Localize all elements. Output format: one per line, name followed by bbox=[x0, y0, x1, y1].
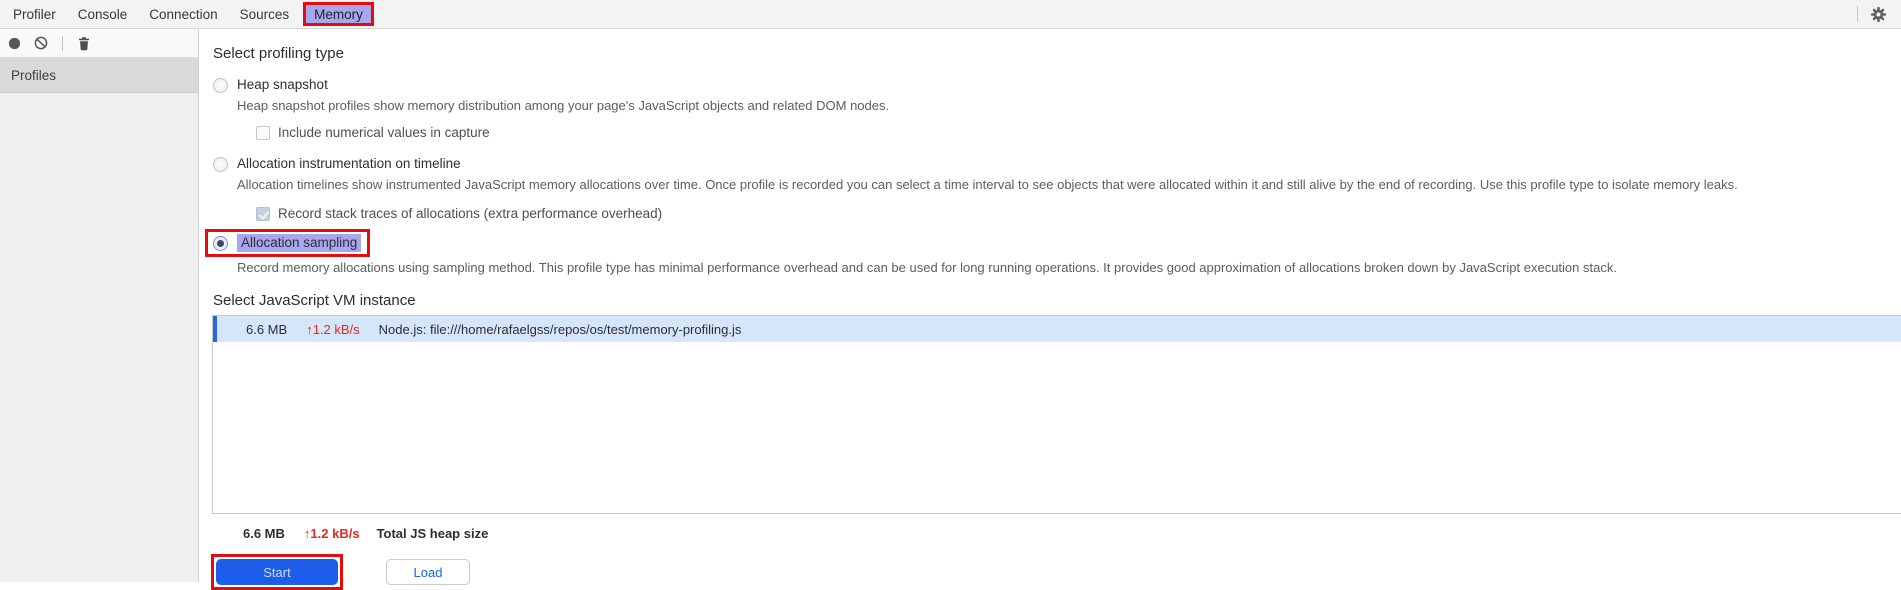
vm-heap-size: 6.6 MB bbox=[246, 321, 288, 337]
allocation-timeline-label: Allocation instrumentation on timeline bbox=[237, 156, 461, 171]
allocation-sampling-radio[interactable] bbox=[213, 235, 228, 251]
total-heap-size-value: 6.6 MB bbox=[243, 526, 285, 541]
tabbar-right-controls bbox=[1857, 6, 1887, 23]
include-numerical-values-label: Include numerical values in capture bbox=[278, 125, 490, 140]
record-stack-traces-label: Record stack traces of allocations (extr… bbox=[278, 206, 663, 221]
allocation-timeline-radio[interactable] bbox=[213, 156, 228, 172]
tabbar-divider bbox=[1857, 6, 1858, 22]
allocation-sampling-description: Record memory allocations using sampling… bbox=[237, 260, 1617, 275]
tab-console[interactable]: Console bbox=[67, 0, 139, 28]
tab-connection[interactable]: Connection bbox=[138, 0, 228, 28]
allocation-timeline-description: Allocation timelines show instrumented J… bbox=[237, 177, 1738, 192]
total-heap-size-row: 6.6 MB ↑1.2 kB/s Total JS heap size bbox=[243, 526, 1901, 541]
checkbox-row-numerical-values[interactable]: Include numerical values in capture bbox=[256, 125, 1901, 140]
radio-option-allocation-timeline[interactable]: Allocation instrumentation on timeline bbox=[213, 156, 1901, 172]
trash-icon[interactable] bbox=[77, 36, 91, 51]
sidebar-empty-area bbox=[0, 93, 198, 582]
left-sidebar: Profiles bbox=[0, 29, 199, 582]
profiling-type-title: Select profiling type bbox=[213, 45, 344, 62]
tab-memory[interactable]: Memory bbox=[303, 2, 374, 26]
load-button[interactable]: Load bbox=[386, 559, 470, 585]
vm-instance-title: Select JavaScript VM instance bbox=[213, 292, 416, 309]
vm-allocation-rate: ↑1.2 kB/s bbox=[306, 321, 360, 337]
annotation-box-allocation-sampling: Allocation sampling bbox=[205, 229, 371, 257]
vm-instance-row[interactable]: 6.6 MB ↑1.2 kB/s Node.js: file:///home/r… bbox=[213, 316, 1901, 342]
heap-snapshot-label: Heap snapshot bbox=[237, 77, 328, 92]
gear-icon[interactable] bbox=[1870, 6, 1887, 23]
annotation-box-start-button: Start bbox=[211, 554, 343, 590]
allocation-sampling-label[interactable]: Allocation sampling bbox=[237, 234, 362, 252]
tab-profiler[interactable]: Profiler bbox=[2, 0, 67, 28]
record-stack-traces-checkbox[interactable] bbox=[256, 206, 270, 221]
vm-instance-list: 6.6 MB ↑1.2 kB/s Node.js: file:///home/r… bbox=[212, 315, 1901, 514]
sidebar-item-profiles[interactable]: Profiles bbox=[0, 58, 198, 93]
total-allocation-rate: ↑1.2 kB/s bbox=[303, 526, 360, 541]
heap-snapshot-radio[interactable] bbox=[213, 77, 228, 93]
profiler-toolbar bbox=[0, 29, 198, 58]
devtools-window: Profiler Console Connection Sources Memo… bbox=[0, 0, 1901, 590]
memory-panel-content: Select profiling type Heap snapshot Heap… bbox=[199, 29, 1901, 590]
start-button[interactable]: Start bbox=[216, 559, 338, 585]
clear-icon[interactable] bbox=[34, 36, 48, 50]
record-icon[interactable] bbox=[8, 37, 21, 50]
action-buttons-row: Start Load bbox=[211, 554, 1901, 590]
radio-option-heap-snapshot[interactable]: Heap snapshot bbox=[213, 77, 1901, 93]
include-numerical-values-checkbox[interactable] bbox=[256, 125, 270, 140]
total-heap-size-label: Total JS heap size bbox=[376, 526, 489, 541]
checkbox-row-stack-traces: Record stack traces of allocations (extr… bbox=[256, 206, 1901, 221]
heap-snapshot-description: Heap snapshot profiles show memory distr… bbox=[237, 98, 890, 113]
vm-instance-name: Node.js: file:///home/rafaelgss/repos/os… bbox=[378, 321, 742, 337]
toolbar-divider bbox=[62, 35, 63, 51]
tab-sources[interactable]: Sources bbox=[229, 0, 301, 28]
panel-tabbar: Profiler Console Connection Sources Memo… bbox=[0, 0, 1901, 29]
